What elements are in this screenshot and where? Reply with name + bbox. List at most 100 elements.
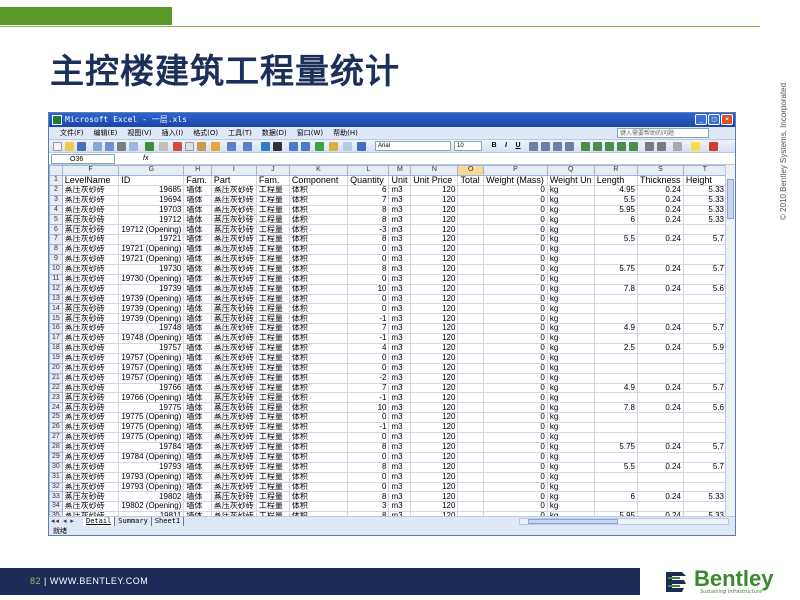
decrease-indent-icon[interactable]	[645, 142, 654, 151]
menu-window[interactable]: 窗口(W)	[292, 127, 328, 139]
align-right-icon[interactable]	[553, 142, 562, 151]
cell-total[interactable]	[457, 362, 485, 374]
cell-qty[interactable]: -1	[347, 392, 390, 404]
cell-wunit[interactable]: kg	[546, 451, 595, 463]
cell-id[interactable]: 19721 (Opening)	[118, 254, 185, 265]
cell-unit[interactable]: m3	[388, 204, 412, 216]
column-header-g[interactable]: G	[118, 165, 185, 176]
cell-unit[interactable]: m3	[388, 422, 412, 434]
decrease-decimal-icon[interactable]	[629, 142, 638, 151]
cell-id[interactable]: 19712	[118, 214, 185, 226]
cell-unit[interactable]: m3	[388, 441, 412, 453]
cell-unit[interactable]: m3	[388, 402, 412, 414]
cell-wunit[interactable]: kg	[546, 412, 595, 424]
cell-comp[interactable]: 体积	[288, 343, 349, 354]
row-header[interactable]: 33	[49, 491, 63, 503]
cell-weight[interactable]: 0	[483, 481, 548, 493]
cell-part[interactable]: 蒸压灰砂砖	[210, 343, 257, 354]
cell-weight[interactable]: 0	[483, 441, 548, 453]
cell-part[interactable]: 蒸压灰砂砖	[210, 214, 257, 226]
cell-level[interactable]: 蒸压灰砂砖	[61, 214, 120, 226]
cell-level[interactable]: 蒸压灰砂砖	[61, 441, 120, 453]
cell-qty[interactable]: -3	[347, 224, 390, 236]
cell-qty[interactable]: 0	[347, 412, 390, 424]
cell-total[interactable]	[457, 224, 485, 236]
cell-fam2[interactable]: 工程量	[255, 461, 290, 473]
cell-fam[interactable]: 墙体	[183, 273, 212, 285]
cell-qty[interactable]: 8	[347, 234, 390, 246]
cell-part[interactable]: 蒸压灰砂砖	[210, 333, 257, 345]
font-color-icon[interactable]	[709, 142, 718, 151]
cell-fam[interactable]: 墙体	[183, 343, 212, 354]
cell-id[interactable]: 19775 (Opening)	[118, 432, 185, 443]
cell-total[interactable]	[457, 432, 485, 443]
currency-icon[interactable]	[581, 142, 590, 151]
cell-part[interactable]: 蒸压灰砂砖	[210, 471, 257, 483]
cell-price[interactable]: 120	[410, 402, 459, 414]
cell-level[interactable]: 蒸压灰砂砖	[61, 323, 120, 335]
name-box[interactable]: O36	[51, 154, 115, 164]
cell-level[interactable]: 蒸压灰砂砖	[61, 352, 120, 364]
cell-total[interactable]	[457, 273, 485, 285]
cell-weight[interactable]: 0	[483, 352, 548, 364]
cell-part[interactable]: 蒸压灰砂砖	[210, 432, 257, 443]
cell-length[interactable]	[593, 501, 639, 513]
cell-fam2[interactable]: 工程量	[255, 283, 290, 295]
cell-id[interactable]: 19730	[118, 263, 185, 275]
cell-comp[interactable]: 体积	[288, 432, 349, 443]
autosum-icon[interactable]	[273, 142, 282, 151]
cell-level[interactable]: 蒸压灰砂砖	[61, 461, 120, 473]
cell-thick[interactable]	[637, 471, 684, 483]
cell-unit[interactable]: m3	[388, 481, 412, 493]
cell-wunit[interactable]: kg	[546, 441, 595, 453]
field-header-cell[interactable]: Height	[682, 174, 727, 186]
vertical-scrollbar[interactable]	[725, 165, 735, 516]
cell-comp[interactable]: 体积	[288, 372, 349, 384]
row-header[interactable]: 10	[49, 263, 63, 275]
merge-center-icon[interactable]	[565, 142, 574, 151]
cell-part[interactable]: 蒸压灰砂砖	[210, 234, 257, 246]
field-header-cell[interactable]: Total	[457, 174, 485, 186]
cut-icon[interactable]	[173, 142, 182, 151]
tab-summary[interactable]: Summary	[115, 517, 152, 526]
cell-fam[interactable]: 墙体	[183, 501, 212, 513]
cell-wunit[interactable]: kg	[546, 501, 595, 513]
row-header[interactable]: 14	[49, 303, 63, 315]
row-header[interactable]: 32	[49, 481, 63, 493]
cell-id[interactable]: 19793	[118, 461, 185, 473]
cell-weight[interactable]: 0	[483, 194, 548, 206]
cell-weight[interactable]: 0	[483, 273, 548, 285]
cell-length[interactable]	[593, 432, 639, 443]
cell-fam[interactable]: 墙体	[183, 402, 212, 414]
zoom-icon[interactable]	[343, 142, 352, 151]
cell-total[interactable]	[457, 392, 485, 404]
cell-price[interactable]: 120	[410, 283, 459, 295]
cell-height[interactable]: 5.7	[682, 263, 727, 275]
cell-level[interactable]: 蒸压灰砂砖	[61, 204, 120, 216]
cell-total[interactable]	[457, 402, 485, 414]
cell-unit[interactable]: m3	[388, 471, 412, 483]
cell-part[interactable]: 蒸压灰砂砖	[210, 352, 257, 364]
cell-fam[interactable]: 墙体	[183, 313, 212, 325]
cell-qty[interactable]: 0	[347, 362, 390, 374]
cell-unit[interactable]: m3	[388, 352, 412, 364]
cell-fam2[interactable]: 工程量	[255, 184, 290, 196]
cell-height[interactable]	[682, 471, 727, 483]
cell-qty[interactable]: 10	[347, 402, 390, 414]
cell-qty[interactable]: 0	[347, 481, 390, 493]
cell-wunit[interactable]: kg	[546, 204, 595, 216]
cell-wunit[interactable]: kg	[546, 422, 595, 434]
cell-qty[interactable]: -1	[347, 422, 390, 434]
cell-fam[interactable]: 墙体	[183, 234, 212, 246]
row-header[interactable]: 29	[49, 451, 63, 463]
cell-unit[interactable]: m3	[388, 432, 412, 443]
print-icon[interactable]	[117, 142, 126, 151]
minimize-button[interactable]: _	[695, 114, 707, 125]
underline-button[interactable]: U	[513, 141, 523, 151]
cell-thick[interactable]: 0.24	[637, 204, 684, 216]
tab-sheet1[interactable]: Sheet1	[152, 517, 185, 526]
cell-thick[interactable]: 0.24	[637, 323, 684, 335]
cell-qty[interactable]: 8	[347, 461, 390, 473]
cell-length[interactable]: 5.95	[593, 204, 639, 216]
column-header-q[interactable]: Q	[546, 165, 595, 176]
